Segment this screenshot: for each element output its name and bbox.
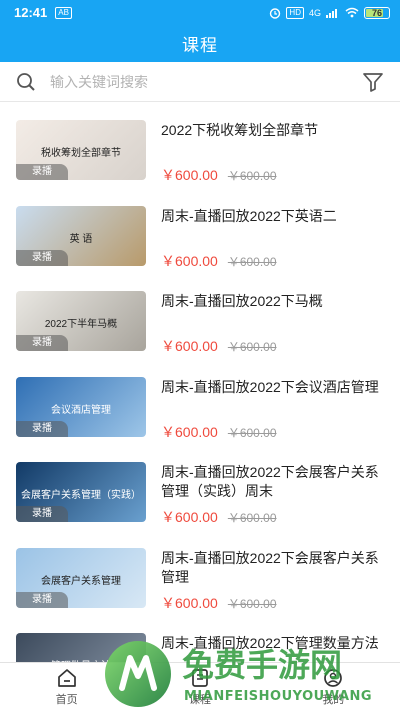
thumbnail-caption: 税收筹划全部章节: [41, 148, 121, 159]
price-row: ￥600.00 ￥600.00: [161, 251, 277, 271]
watermark-logo: 免费手游网 MIANFEISHOUYOUWANG: [105, 641, 372, 707]
course-item[interactable]: 会议酒店管理 录播 周末-直播回放2022下会议酒店管理 ￥600.00 ￥600.00: [0, 360, 400, 446]
status-indicators: HD 4G 76: [269, 6, 390, 19]
recorded-badge: 录播: [16, 249, 68, 266]
recorded-badge: 录播: [16, 591, 68, 608]
price-row: ￥600.00 ￥600.00: [161, 422, 277, 442]
app-header: 12:41 AB HD 4G 76 课程: [0, 0, 400, 62]
notification-icon: AB: [55, 6, 72, 19]
status-time: 12:41: [14, 5, 48, 20]
course-item[interactable]: 2022下半年马概 录播 周末-直播回放2022下马概 ￥600.00 ￥600.00: [0, 274, 400, 360]
course-title[interactable]: 周末-直播回放2022下会展客户关系管理（实践）周末: [161, 463, 389, 501]
course-thumbnail: 会展客户关系管理录播: [16, 547, 146, 608]
original-price: ￥600.00: [227, 596, 277, 611]
recorded-badge: 录播: [16, 506, 68, 522]
recorded-badge: 录播: [16, 164, 68, 180]
search-bar: [0, 62, 400, 102]
wifi-icon: [345, 7, 359, 18]
alarm-icon: [270, 7, 281, 19]
course-thumbnail: 2022下半年马概录播: [16, 291, 146, 351]
course-item[interactable]: 会展客户关系管理 录播 周末-直播回放2022下会展客户关系管理 ￥600.00 ￥60…: [0, 531, 400, 617]
recorded-badge: 录播: [16, 335, 68, 351]
course-thumbnail: 英 语录播: [16, 205, 146, 266]
price-row: ￥600.00 ￥600.00: [161, 165, 277, 185]
course-title[interactable]: 2022下税收筹划全部章节: [161, 121, 389, 140]
original-price: ￥600.00: [227, 511, 277, 525]
thumbnail-caption: 会展客户关系管理（实践）: [21, 490, 141, 501]
filter-icon[interactable]: [362, 71, 384, 93]
search-icon[interactable]: [16, 72, 36, 92]
original-price: ￥600.00: [227, 340, 277, 354]
course-price: ￥600.00: [161, 167, 218, 183]
thumbnail-caption: 会展客户关系管理: [41, 575, 121, 587]
recorded-badge: 录播: [16, 420, 68, 437]
status-bar: 12:41 AB HD 4G 76: [0, 0, 400, 25]
hd-icon: HD: [286, 6, 304, 19]
course-thumbnail: 会议酒店管理录播: [16, 376, 146, 437]
original-price: ￥600.00: [227, 425, 277, 440]
course-thumbnail: 会展客户关系管理（实践） 录播: [16, 462, 146, 522]
search-input[interactable]: [50, 71, 340, 93]
price-row: ￥600.00 ￥600.00: [161, 336, 277, 356]
course-price: ￥600.00: [161, 509, 218, 525]
course-price: ￥600.00: [161, 252, 218, 269]
course-item[interactable]: 会展客户关系管理（实践） 录播 周末-直播回放2022下会展客户关系管理（实践）周末…: [0, 445, 400, 531]
price-row: ￥600.00 ￥600.00: [161, 507, 277, 527]
battery-level: 76: [371, 7, 382, 18]
course-item[interactable]: 税收筹划全部章节录播 2022下税收筹划全部章节 ￥600.00 ￥600.00: [0, 103, 400, 189]
course-price: ￥600.00: [161, 338, 218, 354]
price-row: ￥600.00 ￥600.00: [161, 593, 277, 613]
course-price: ￥600.00: [161, 423, 218, 440]
tab-label: 首页: [55, 694, 78, 706]
signal-icon: [326, 9, 337, 18]
original-price: ￥600.00: [227, 254, 277, 269]
svg-text:MIANFEISHOUYOUWANG: MIANFEISHOUYOUWANG: [184, 689, 372, 704]
course-price: ￥600.00: [161, 594, 218, 611]
thumbnail-caption: 英 语: [69, 233, 93, 245]
course-item[interactable]: 英 语录播 周末-直播回放2022下英语二 ￥600.00 ￥600.00: [0, 189, 400, 275]
course-thumbnail: 税收筹划全部章节录播: [16, 120, 146, 180]
course-title[interactable]: 周末-直播回放2022下会议酒店管理: [161, 378, 389, 397]
svg-text:免费手游网: 免费手游网: [182, 646, 342, 684]
battery-icon: 76: [364, 6, 390, 19]
home-icon: [57, 669, 76, 687]
course-title[interactable]: 周末-直播回放2022下马概: [161, 292, 389, 311]
page-title: 课程: [182, 36, 218, 55]
original-price: ￥600.00: [227, 169, 277, 183]
thumbnail-caption: 2022下半年马概: [44, 319, 118, 330]
network-label: 4G: [308, 7, 321, 18]
course-title[interactable]: 周末-直播回放2022下会展客户关系管理: [161, 549, 389, 587]
course-title[interactable]: 周末-直播回放2022下英语二: [161, 207, 389, 226]
thumbnail-caption: 会议酒店管理: [51, 404, 111, 416]
